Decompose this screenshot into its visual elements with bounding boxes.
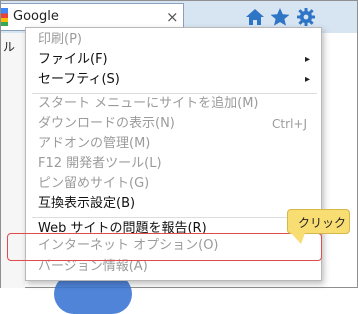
close-tab-icon[interactable]: ×	[166, 8, 179, 26]
menu-item-f12-developer-tools: F12 開発者ツール(L)	[38, 156, 162, 171]
menu-shortcut-label: Ctrl+J	[272, 117, 307, 131]
settings-gear-icon[interactable]	[295, 7, 317, 27]
menu-item-pinned-sites: ピン留めサイト(G)	[38, 176, 150, 191]
menu-item-compatibility-view-settings[interactable]: 互換表示設定(B)	[26, 194, 321, 214]
tab-title: Google	[13, 9, 59, 24]
submenu-arrow-icon: ▸	[304, 54, 310, 65]
internet-options-highlight	[7, 233, 322, 261]
menu-item-safety[interactable]: セーフティ(S) ▸	[26, 70, 321, 90]
google-favicon-icon	[1, 8, 8, 26]
favorites-star-icon[interactable]	[269, 7, 291, 27]
submenu-arrow-icon: ▸	[304, 74, 310, 85]
menu-item-view-downloads: ダウンロードの表示(N) Ctrl+J	[26, 114, 321, 134]
callout-pointer-icon	[291, 233, 305, 244]
menu-separator	[32, 217, 317, 218]
menu-item-add-site-to-start-menu: スタート メニューにサイトを追加(M)	[38, 96, 259, 111]
menu-item-print: 印刷(P)	[38, 32, 82, 47]
home-icon[interactable]	[244, 7, 266, 27]
menu-item-file[interactable]: ファイル(F) ▸	[26, 50, 321, 70]
page-partial-text: ル	[3, 40, 16, 54]
menu-item-manage-addons: アドオンの管理(M)	[38, 136, 151, 151]
click-callout: クリック	[287, 209, 350, 234]
callout-text: クリック	[298, 216, 347, 230]
